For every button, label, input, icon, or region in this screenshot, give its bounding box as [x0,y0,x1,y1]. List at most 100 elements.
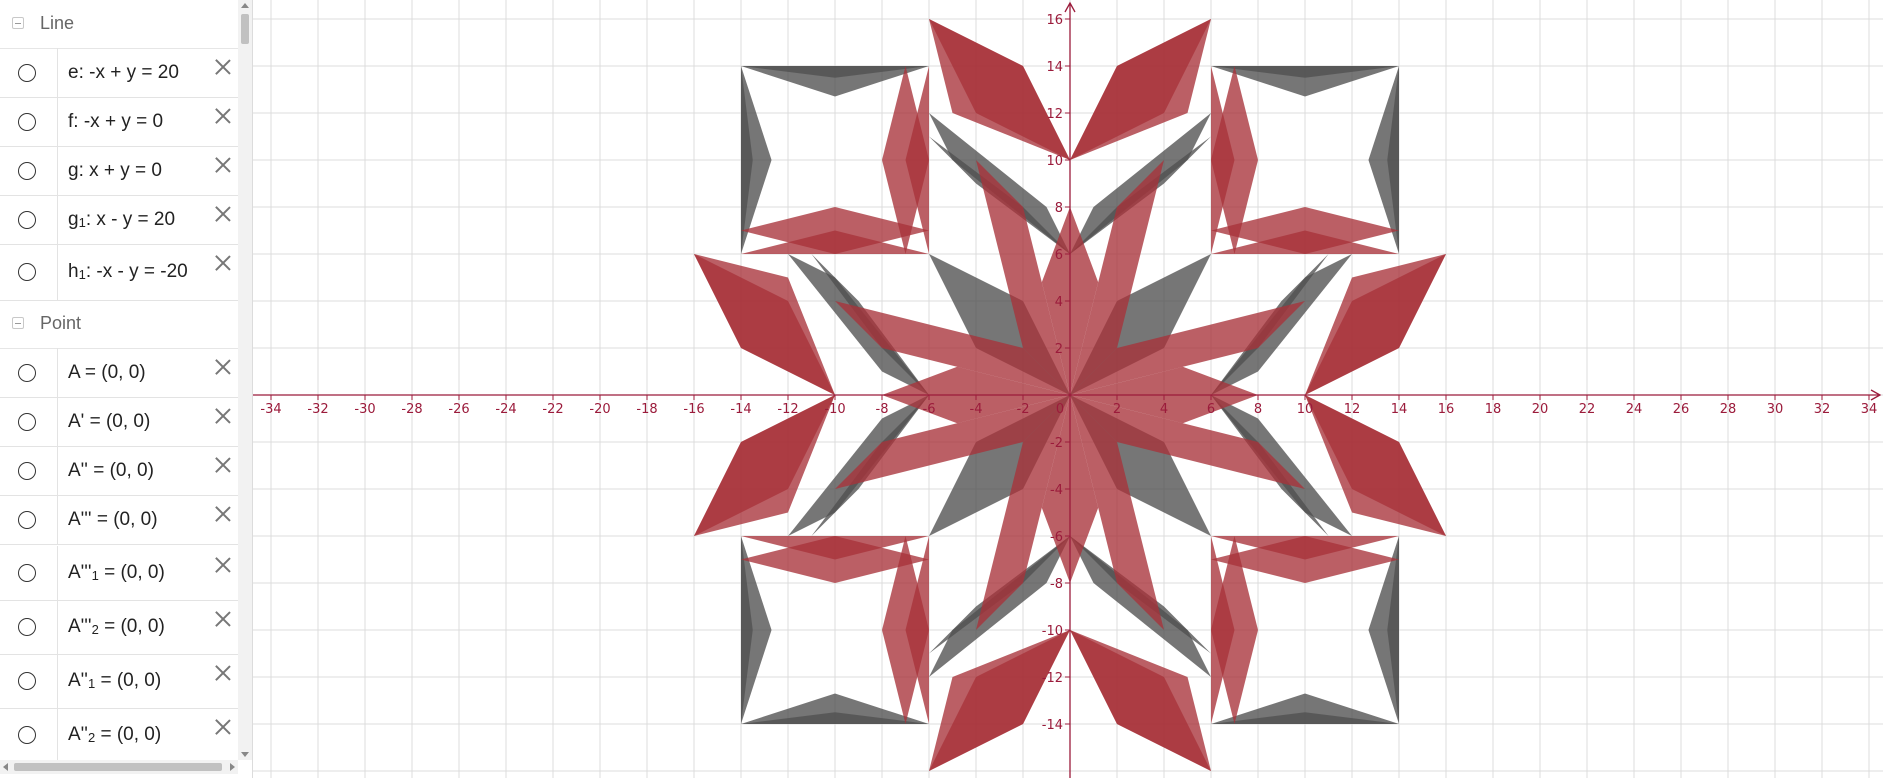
y-tick-label: 2 [1055,342,1063,357]
visibility-toggle-icon[interactable] [18,672,36,690]
y-tick-label: 4 [1055,295,1063,310]
x-tick-label: 32 [1814,402,1831,417]
collapse-icon[interactable] [12,17,24,29]
category-label: Line [40,13,75,33]
algebra-expression[interactable]: g1: x - y = 20 [68,209,175,231]
algebra-expression[interactable]: A''' = (0, 0) [68,509,158,531]
algebra-expression[interactable]: A'' = (0, 0) [68,460,154,482]
algebra-row-A-triple-prime-2[interactable]: A'''2 = (0, 0) [0,600,238,655]
x-tick-label: -28 [401,402,422,417]
delete-icon[interactable] [214,456,232,474]
scroll-right-arrow-icon[interactable] [230,763,235,771]
delete-icon[interactable] [214,156,232,174]
algebra-expression[interactable]: A''2 = (0, 0) [68,724,161,746]
row-divider [57,546,58,600]
delete-icon[interactable] [214,205,232,223]
x-tick-label: 34 [1861,402,1878,417]
algebra-expression[interactable]: A'''1 = (0, 0) [68,562,165,584]
graphics-view[interactable]: -34 -32 -30 -28 -26 -24 -22 -20 -18 -16 -14 -12 -10-… [253,0,1883,778]
delete-icon[interactable] [214,107,232,125]
visibility-toggle-icon[interactable] [18,412,36,431]
row-divider [57,600,58,654]
visibility-toggle-icon[interactable] [18,726,36,744]
y-tick-label: -2 [1050,436,1063,451]
algebra-expression[interactable]: h1: -x - y = -20 [68,261,188,283]
row-divider [57,654,58,708]
algebra-row-f[interactable]: f: -x + y = 0 [0,97,238,147]
algebra-expression[interactable]: g: x + y = 0 [68,160,162,182]
visibility-toggle-icon[interactable] [18,510,36,529]
delete-icon[interactable] [214,505,232,523]
y-tick-label: -4 [1050,483,1063,498]
scroll-up-arrow-icon[interactable] [241,3,249,8]
algebra-row-A-triple-prime[interactable]: A''' = (0, 0) [0,495,238,545]
visibility-toggle-icon[interactable] [18,564,36,582]
visibility-toggle-icon[interactable] [18,263,36,281]
visibility-toggle-icon[interactable] [18,112,36,131]
algebra-expression[interactable]: A' = (0, 0) [68,411,150,433]
y-tick-label: -10 [1042,624,1063,639]
algebra-row-A-double-prime-2[interactable]: A''2 = (0, 0) [0,708,238,763]
algebra-row-g1[interactable]: g1: x - y = 20 [0,195,238,245]
algebra-expression[interactable]: A'''2 = (0, 0) [68,616,165,638]
scrollbar-thumb[interactable] [14,763,222,771]
expression-rest: : -x - y = -20 [85,261,188,282]
scrollbar-thumb[interactable] [241,14,249,44]
algebra-row-A[interactable]: A = (0, 0) [0,348,238,398]
row-divider [57,708,58,762]
expression-main: A'' [68,670,88,691]
visibility-toggle-icon[interactable] [18,63,36,82]
algebra-expression[interactable]: e: -x + y = 20 [68,62,179,84]
expression-main: A'' [68,724,88,745]
category-header-point[interactable]: Point [0,300,238,349]
y-tick-label: 14 [1046,60,1063,75]
algebra-row-g[interactable]: g: x + y = 0 [0,146,238,196]
algebra-row-A-double-prime[interactable]: A'' = (0, 0) [0,446,238,496]
visibility-toggle-icon[interactable] [18,618,36,636]
delete-icon[interactable] [214,610,232,628]
visibility-toggle-icon[interactable] [18,461,36,480]
delete-icon[interactable] [214,664,232,682]
algebra-expression[interactable]: A = (0, 0) [68,362,146,384]
expression-subscript: 2 [91,622,99,637]
graph-canvas[interactable]: -34 -32 -30 -28 -26 -24 -22 -20 -18 -16 -14 -12 -10-… [253,0,1883,778]
y-tick-label: -12 [1042,671,1063,686]
x-tick-label: -30 [354,402,375,417]
delete-icon[interactable] [214,58,232,76]
row-divider [57,348,58,397]
algebra-row-A-prime[interactable]: A' = (0, 0) [0,397,238,447]
row-divider [57,195,58,244]
y-tick-label: 16 [1046,13,1063,28]
x-tick-label: 2 [1113,402,1121,417]
delete-icon[interactable] [214,254,232,272]
category-header-line[interactable]: Line [0,0,238,49]
x-tick-label: -4 [970,402,983,417]
algebra-vertical-scrollbar[interactable] [238,0,252,760]
x-tick-label: 16 [1438,402,1455,417]
delete-icon[interactable] [214,718,232,736]
x-tick-label: -20 [589,402,610,417]
row-divider [57,446,58,495]
visibility-toggle-icon[interactable] [18,210,36,229]
x-tick-label: -2 [1017,402,1030,417]
algebra-row-h1[interactable]: h1: -x - y = -20 [0,244,238,301]
x-tick-label: 8 [1254,402,1262,417]
algebra-horizontal-scrollbar[interactable] [0,760,238,774]
expression-subscript: 2 [87,730,96,745]
algebra-row-A-double-prime-1[interactable]: A''1 = (0, 0) [0,654,238,709]
algebra-row-A-triple-prime-1[interactable]: A'''1 = (0, 0) [0,546,238,601]
delete-icon[interactable] [214,407,232,425]
scroll-left-arrow-icon[interactable] [3,763,8,771]
collapse-icon[interactable] [12,317,24,329]
algebra-row-e[interactable]: e: -x + y = 20 [0,48,238,98]
delete-icon[interactable] [214,358,232,376]
visibility-toggle-icon[interactable] [18,363,36,382]
expression-main: A = (0, 0) [68,361,146,383]
scroll-down-arrow-icon[interactable] [241,752,249,757]
x-tick-label: 30 [1767,402,1784,417]
algebra-expression[interactable]: f: -x + y = 0 [68,111,163,133]
y-tick-label: -8 [1050,577,1063,592]
algebra-expression[interactable]: A''1 = (0, 0) [68,670,161,692]
visibility-toggle-icon[interactable] [18,161,36,180]
delete-icon[interactable] [214,556,232,574]
